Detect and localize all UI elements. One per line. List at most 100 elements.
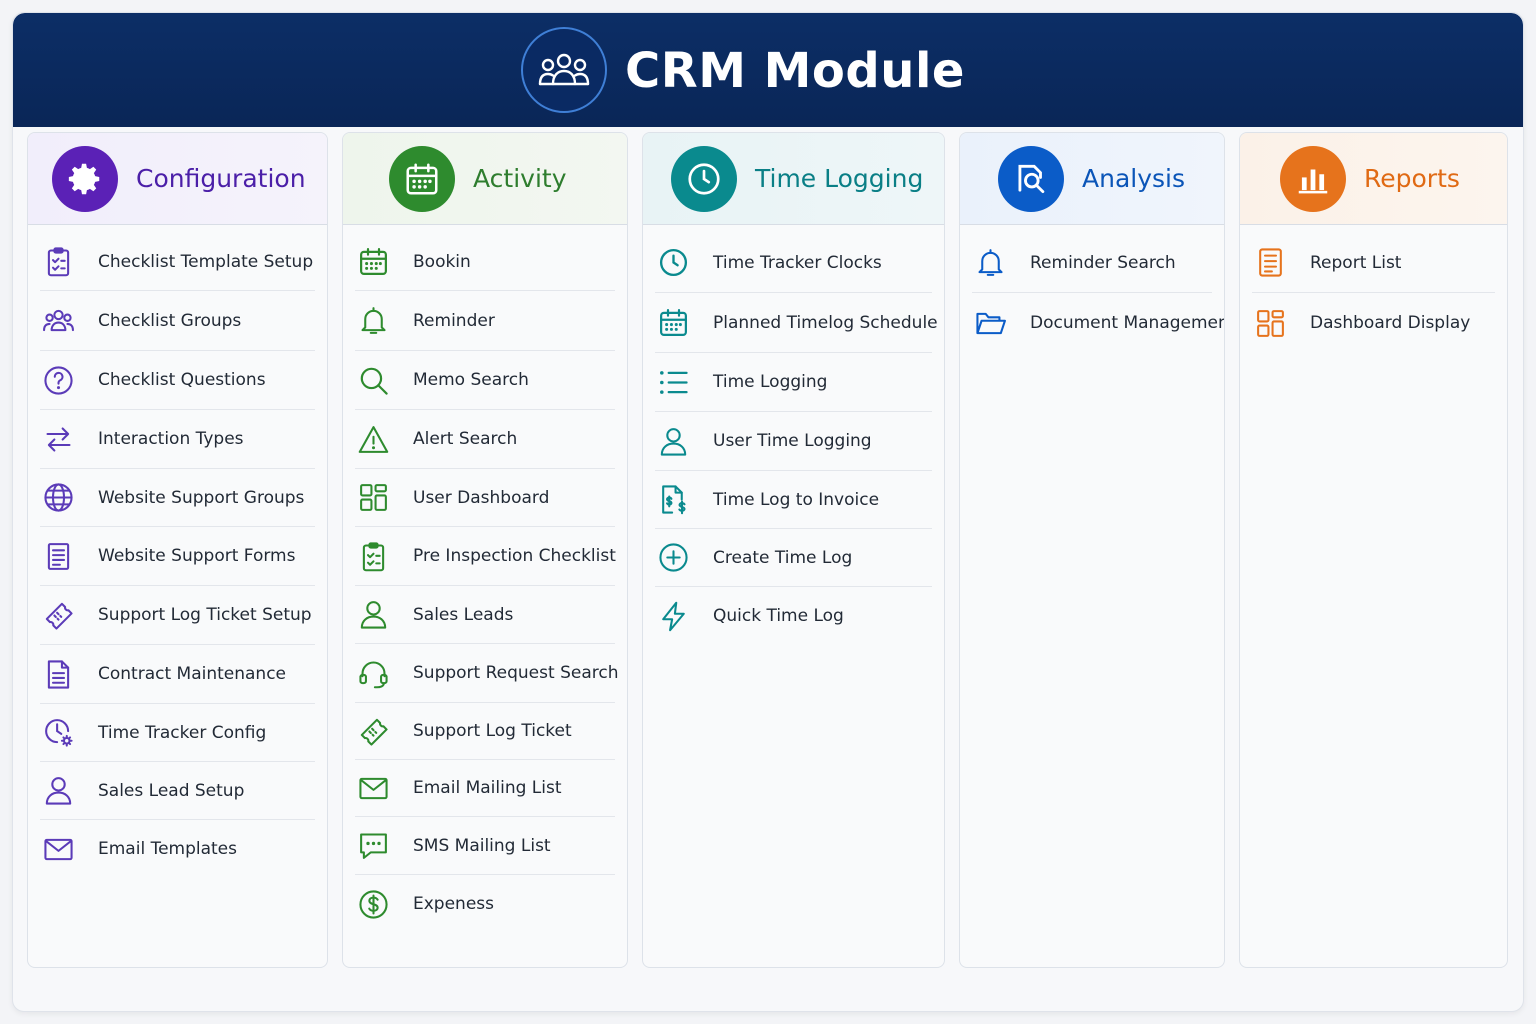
menu-item-label: Quick Time Log — [713, 606, 844, 626]
calendar-icon — [389, 145, 455, 212]
column-header[interactable]: Configuration — [28, 133, 327, 225]
ticket-icon — [355, 713, 391, 749]
form-document-icon — [40, 538, 76, 574]
menu-item-support-request-search[interactable]: Support Request Search — [355, 644, 619, 703]
menu-item-label: Memo Search — [413, 370, 529, 390]
dashboard-grid-icon — [355, 480, 391, 516]
column-title: Activity — [473, 164, 567, 193]
menu-item-time-tracker-clocks[interactable]: Time Tracker Clocks — [655, 233, 932, 293]
menu-item-label: Time Log to Invoice — [713, 489, 880, 510]
invoice-dollar-icon — [655, 482, 691, 518]
menu-item-website-support-forms[interactable]: Website Support Forms — [40, 527, 315, 586]
menu-item-website-support-groups[interactable]: Website Support Groups — [40, 469, 315, 527]
menu-item-time-logging[interactable]: Time Logging — [655, 353, 932, 412]
user-icon — [40, 773, 76, 809]
menu-item-checklist-groups[interactable]: Checklist Groups — [40, 291, 315, 351]
menu-item-label: Time Tracker Config — [98, 722, 267, 743]
menu-item-reminder-search[interactable]: Reminder Search — [972, 233, 1212, 293]
clock-gear-icon — [40, 715, 76, 751]
menu-item-label: Time Tracker Clocks — [713, 252, 882, 273]
menu-item-quick-time-log[interactable]: Quick Time Log — [655, 587, 932, 645]
menu-item-email-templates[interactable]: Email Templates — [40, 820, 315, 878]
menu-item-planned-timelog-schedule[interactable]: Planned Timelog Schedule — [655, 293, 938, 353]
menu-item-interaction-types[interactable]: Interaction Types — [40, 410, 315, 469]
menu-item-support-log-ticket-setup[interactable]: Support Log Ticket Setup — [40, 586, 315, 645]
menu-item-pre-inspection-checklist[interactable]: Pre Inspection Checklist — [355, 527, 616, 586]
column-title: Reports — [1364, 164, 1460, 193]
menu-item-alert-search[interactable]: Alert Search — [355, 410, 615, 469]
header-bar: CRM Module — [13, 13, 1523, 127]
ticket-icon — [40, 597, 76, 633]
menu-item-user-dashboard[interactable]: User Dashboard — [355, 469, 615, 527]
menu-item-label: Interaction Types — [98, 429, 244, 449]
menu-item-label: Document Management — [1030, 313, 1225, 333]
menu-item-label: Planned Timelog Schedule — [713, 312, 938, 333]
menu-item-label: Report List — [1310, 252, 1402, 273]
calendar-icon — [655, 305, 691, 341]
bell-icon — [355, 303, 391, 339]
bar-chart-icon — [1280, 145, 1346, 212]
globe-icon — [40, 480, 76, 516]
menu-item-reminder[interactable]: Reminder — [355, 291, 615, 351]
menu-list: Reminder Search Document Management — [960, 225, 1224, 353]
menu-item-checklist-questions[interactable]: Checklist Questions — [40, 351, 315, 410]
page-title: CRM Module — [625, 43, 965, 99]
menu-item-contract-maintenance[interactable]: Contract Maintenance — [40, 645, 315, 704]
magnifier-document-icon — [998, 145, 1064, 212]
menu-item-expeness[interactable]: Expeness — [355, 875, 615, 933]
menu-item-label: SMS Mailing List — [413, 835, 551, 856]
bell-icon — [972, 245, 1008, 281]
menu-item-support-log-ticket[interactable]: Support Log Ticket — [355, 703, 615, 760]
menu-item-label: Checklist Questions — [98, 370, 266, 390]
menu-item-label: Email Mailing List — [413, 778, 562, 798]
column-activity: Activity Bookin Reminder Memo Search Alert S… — [342, 132, 628, 968]
column-reports: Reports Report List Dashboard Display — [1239, 132, 1508, 968]
plus-circle-icon — [655, 540, 691, 576]
menu-item-label: Dashboard Display — [1310, 313, 1471, 333]
menu-item-label: Sales Lead Setup — [98, 780, 245, 801]
menu-item-label: Bookin — [413, 251, 471, 272]
menu-item-label: Sales Leads — [413, 604, 514, 625]
menu-item-user-time-logging[interactable]: User Time Logging — [655, 412, 932, 471]
menu-item-label: Support Request Search — [413, 663, 619, 683]
menu-item-sales-leads[interactable]: Sales Leads — [355, 586, 615, 644]
menu-item-label: Checklist Groups — [98, 310, 242, 331]
menu-item-bookin[interactable]: Bookin — [355, 233, 615, 291]
menu-item-checklist-template-setup[interactable]: Checklist Template Setup — [40, 233, 315, 291]
gear-icon — [52, 145, 118, 212]
menu-list: Report List Dashboard Display — [1240, 225, 1507, 353]
menu-item-dashboard-display[interactable]: Dashboard Display — [1252, 293, 1495, 353]
menu-item-label: Reminder — [413, 310, 495, 331]
menu-item-label: Reminder Search — [1030, 252, 1176, 273]
menu-item-label: Time Logging — [713, 372, 828, 392]
menu-item-report-list[interactable]: Report List — [1252, 233, 1495, 293]
menu-item-time-log-to-invoice[interactable]: Time Log to Invoice — [655, 471, 932, 529]
menu-item-sms-mailing-list[interactable]: SMS Mailing List — [355, 817, 615, 875]
menu-item-memo-search[interactable]: Memo Search — [355, 351, 615, 410]
document-list-icon — [1252, 245, 1288, 281]
menu-item-label: Pre Inspection Checklist — [413, 546, 616, 566]
menu-item-label: User Time Logging — [713, 431, 872, 451]
column-header[interactable]: Reports — [1240, 133, 1507, 225]
list-icon — [655, 364, 691, 400]
menu-item-label: Checklist Template Setup — [98, 251, 314, 272]
column-header[interactable]: Analysis — [960, 133, 1224, 225]
users-group-icon — [40, 303, 76, 339]
menu-item-create-time-log[interactable]: Create Time Log — [655, 529, 932, 587]
question-circle-icon — [40, 362, 76, 398]
column-title: Time Logging — [755, 164, 924, 193]
clipboard-check-icon — [40, 244, 76, 280]
menu-item-time-tracker-config[interactable]: Time Tracker Config — [40, 704, 315, 762]
column-header[interactable]: Time Logging — [643, 133, 944, 225]
menu-item-label: Email Templates — [98, 839, 237, 859]
envelope-icon — [355, 770, 391, 806]
menu-item-sales-lead-setup[interactable]: Sales Lead Setup — [40, 762, 315, 820]
column-header[interactable]: Activity — [343, 133, 627, 225]
menu-item-email-mailing-list[interactable]: Email Mailing List — [355, 760, 615, 817]
dashboard-grid-icon — [1252, 305, 1288, 341]
menu-item-label: Support Log Ticket Setup — [98, 605, 312, 625]
menu-item-document-management[interactable]: Document Management — [972, 293, 1224, 353]
arrows-exchange-icon — [40, 421, 76, 457]
clock-icon — [655, 245, 691, 281]
menu-list: Checklist Template Setup Checklist Groups… — [28, 225, 327, 878]
